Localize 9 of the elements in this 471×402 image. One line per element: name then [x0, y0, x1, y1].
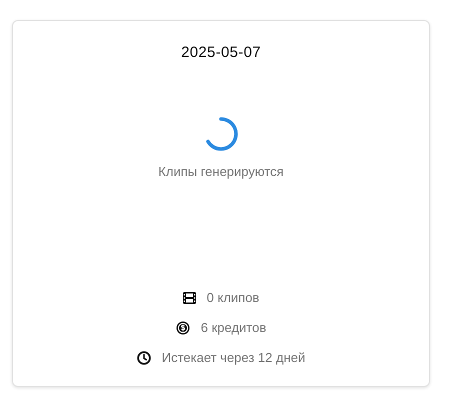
card-title: 2025-05-07 — [181, 44, 261, 61]
stat-text: 0 клипов — [206, 290, 260, 305]
stat-text: Истекает через 12 дней — [162, 350, 306, 365]
film-icon — [182, 292, 196, 304]
loading-spinner-icon — [203, 116, 239, 152]
dollar-coin-icon — [176, 320, 190, 334]
stat-text: 6 кредитов — [200, 320, 266, 335]
clock-icon — [136, 350, 151, 364]
status-text: Клипы генерируются — [158, 164, 284, 179]
